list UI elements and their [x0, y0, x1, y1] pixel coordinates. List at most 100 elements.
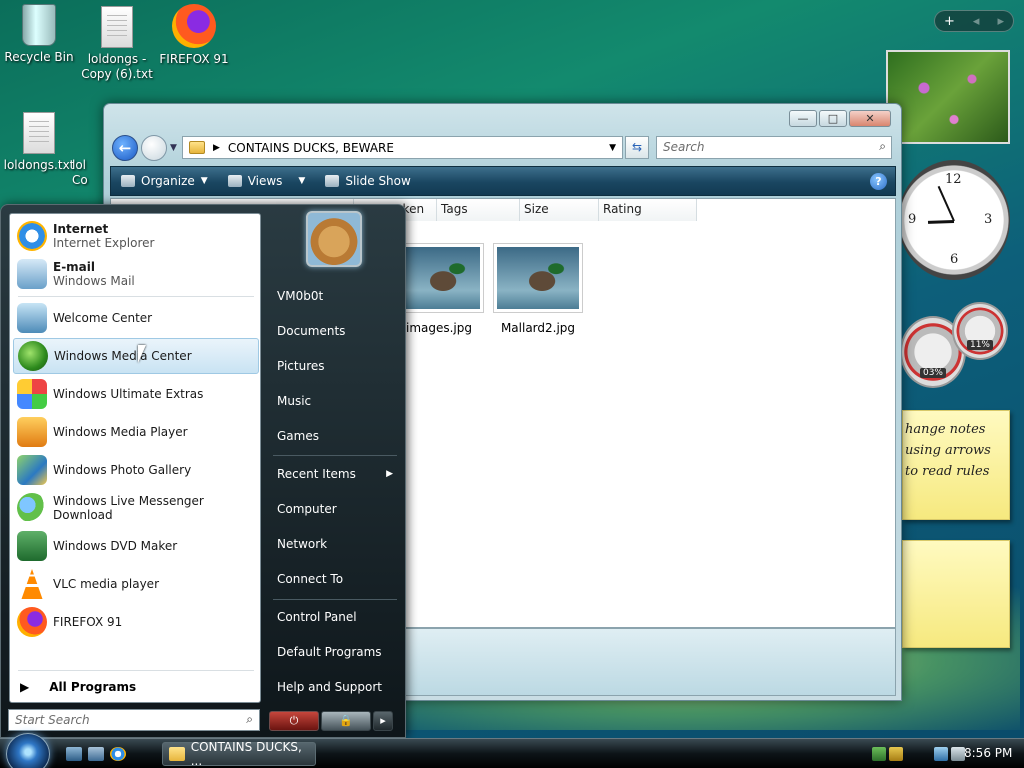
tray-warning-icon[interactable]	[889, 747, 903, 761]
desktop-icon-recycle-bin[interactable]: Recycle Bin	[0, 4, 78, 65]
address-bar[interactable]: ▶ CONTAINS DUCKS, BEWARE ▼	[182, 136, 623, 159]
user-folder-link[interactable]: VM0b0t	[269, 281, 399, 311]
chevron-left-icon[interactable]: ◂	[973, 14, 980, 29]
column-header-tags[interactable]: Tags	[437, 199, 520, 221]
recycle-bin-icon	[22, 4, 56, 46]
sidebar-gadget-bar[interactable]: + ◂ ▸	[934, 10, 1014, 32]
clock-gadget[interactable]: 12 3 6 9	[898, 160, 1010, 280]
desktop-icon-label: FIREFOX 91	[159, 52, 229, 66]
shutdown-options-button[interactable]: ▸	[373, 711, 393, 731]
pictures-link[interactable]: Pictures	[269, 351, 399, 381]
start-menu: Internet Internet Explorer E-mail Window…	[0, 204, 406, 738]
divider	[273, 599, 397, 600]
tray-network-icon[interactable]	[934, 747, 948, 761]
program-welcome-center[interactable]: Welcome Center	[13, 300, 259, 336]
forward-button[interactable]	[141, 135, 167, 161]
photo-gallery-icon	[17, 455, 47, 485]
switch-windows-icon[interactable]	[88, 747, 104, 761]
internet-explorer-icon[interactable]	[110, 747, 126, 761]
all-programs-button[interactable]: ▶ All Programs	[20, 680, 136, 694]
slideshow-gadget[interactable]	[886, 50, 1010, 144]
user-avatar[interactable]	[306, 211, 362, 267]
address-dropdown-icon[interactable]: ▼	[609, 143, 616, 153]
desktop-icon-firefox[interactable]: FIREFOX 91	[155, 4, 233, 67]
program-photo-gallery[interactable]: Windows Photo Gallery	[13, 452, 259, 488]
speaker-icon[interactable]	[951, 747, 965, 761]
text-file-icon	[101, 6, 133, 48]
file-item-mallard2[interactable]: Mallard2.jpg	[488, 243, 588, 335]
window-controls: — □ ✕	[789, 110, 891, 127]
taskbar-button-explorer[interactable]: CONTAINS DUCKS, ...	[162, 740, 316, 768]
help-icon[interactable]: ?	[870, 173, 887, 190]
pinned-email[interactable]: E-mail Windows Mail	[13, 256, 259, 292]
maximize-button[interactable]: □	[819, 110, 847, 127]
desktop-icon-loldongs-copy[interactable]: loldongs - Copy (6).txt	[78, 6, 156, 82]
pinned-internet[interactable]: Internet Internet Explorer	[13, 218, 259, 254]
tray-network-status-icon[interactable]	[872, 747, 886, 761]
taskbar: CONTAINS DUCKS, ... 8:56 PM	[0, 733, 1024, 768]
program-windows-media-center[interactable]: Windows Media Center	[13, 338, 259, 374]
address-text: CONTAINS DUCKS, BEWARE	[227, 140, 394, 155]
program-dvd-maker[interactable]: Windows DVD Maker	[13, 528, 259, 564]
documents-link[interactable]: Documents	[269, 316, 399, 346]
firefox-icon	[17, 607, 47, 637]
back-button[interactable]: ←	[112, 135, 138, 161]
lock-button[interactable]: 🔒	[321, 711, 371, 731]
divider	[18, 670, 254, 671]
control-panel-link[interactable]: Control Panel	[269, 602, 399, 632]
image-thumbnail	[394, 243, 484, 313]
column-header-rating[interactable]: Rating	[599, 199, 697, 221]
cpu-percent: 03%	[920, 368, 946, 378]
desktop-icon-label: lol Co	[72, 158, 88, 187]
start-menu-programs-pane: Internet Internet Explorer E-mail Window…	[9, 213, 261, 703]
vlc-cone-icon	[21, 569, 43, 599]
program-media-player[interactable]: Windows Media Player	[13, 414, 259, 450]
slideshow-button[interactable]: Slide Show	[315, 174, 420, 188]
show-desktop-icon[interactable]	[66, 747, 82, 761]
desktop-icon-lol-partial[interactable]: lol Co	[72, 158, 104, 188]
program-firefox[interactable]: FIREFOX 91	[13, 604, 259, 640]
refresh-button[interactable]: ⇆	[625, 136, 649, 159]
add-gadget-icon[interactable]: +	[944, 14, 955, 29]
start-search-input[interactable]: Start Search ⌕	[8, 709, 260, 731]
desktop-icon-loldongs[interactable]: loldongs.txt	[0, 112, 78, 173]
organize-button[interactable]: Organize ▼	[111, 174, 218, 188]
views-button[interactable]: Views ▼	[218, 174, 316, 188]
sticky-note-text: hange notes using arrows to read rules	[905, 422, 991, 479]
program-ultimate-extras[interactable]: Windows Ultimate Extras	[13, 376, 259, 412]
recent-items-link[interactable]: Recent Items ▶	[269, 459, 399, 489]
slideshow-icon	[325, 175, 340, 187]
folder-icon	[169, 747, 185, 761]
column-header-size[interactable]: Size	[520, 199, 599, 221]
sticky-note-1[interactable]: hange notes using arrows to read rules	[902, 410, 1010, 520]
music-link[interactable]: Music	[269, 386, 399, 416]
dvd-maker-icon	[17, 531, 47, 561]
help-support-link[interactable]: Help and Support	[269, 672, 399, 702]
desktop-icon-label: loldongs.txt	[3, 158, 75, 172]
computer-link[interactable]: Computer	[269, 494, 399, 524]
chevron-right-icon[interactable]: ▸	[997, 14, 1004, 29]
chevron-down-icon: ▼	[298, 176, 306, 186]
search-icon[interactable]: ⌕	[246, 712, 253, 727]
program-live-messenger[interactable]: Windows Live Messenger Download	[13, 490, 259, 526]
network-link[interactable]: Network	[269, 529, 399, 559]
sticky-note-2[interactable]	[902, 540, 1010, 648]
breadcrumb-chevron-icon[interactable]: ▶	[213, 143, 220, 153]
start-orb-button[interactable]	[6, 733, 50, 768]
recent-pages-dropdown[interactable]: ▼	[170, 143, 177, 153]
games-link[interactable]: Games	[269, 421, 399, 451]
program-vlc[interactable]: VLC media player	[13, 566, 259, 602]
organize-icon	[121, 175, 135, 187]
minimize-button[interactable]: —	[789, 110, 817, 127]
chevron-down-icon: ▼	[200, 176, 208, 186]
power-button[interactable]: ⏻	[269, 711, 319, 731]
firefox-icon	[172, 4, 216, 48]
memory-meter-gadget[interactable]: 11%	[952, 302, 1008, 360]
search-input[interactable]: Search ⌕	[656, 136, 892, 159]
search-icon[interactable]: ⌕	[879, 139, 886, 154]
connect-to-link[interactable]: Connect To	[269, 564, 399, 594]
default-programs-link[interactable]: Default Programs	[269, 637, 399, 667]
folder-icon	[189, 141, 205, 154]
close-button[interactable]: ✕	[849, 110, 891, 127]
taskbar-clock[interactable]: 8:56 PM	[964, 746, 1012, 760]
